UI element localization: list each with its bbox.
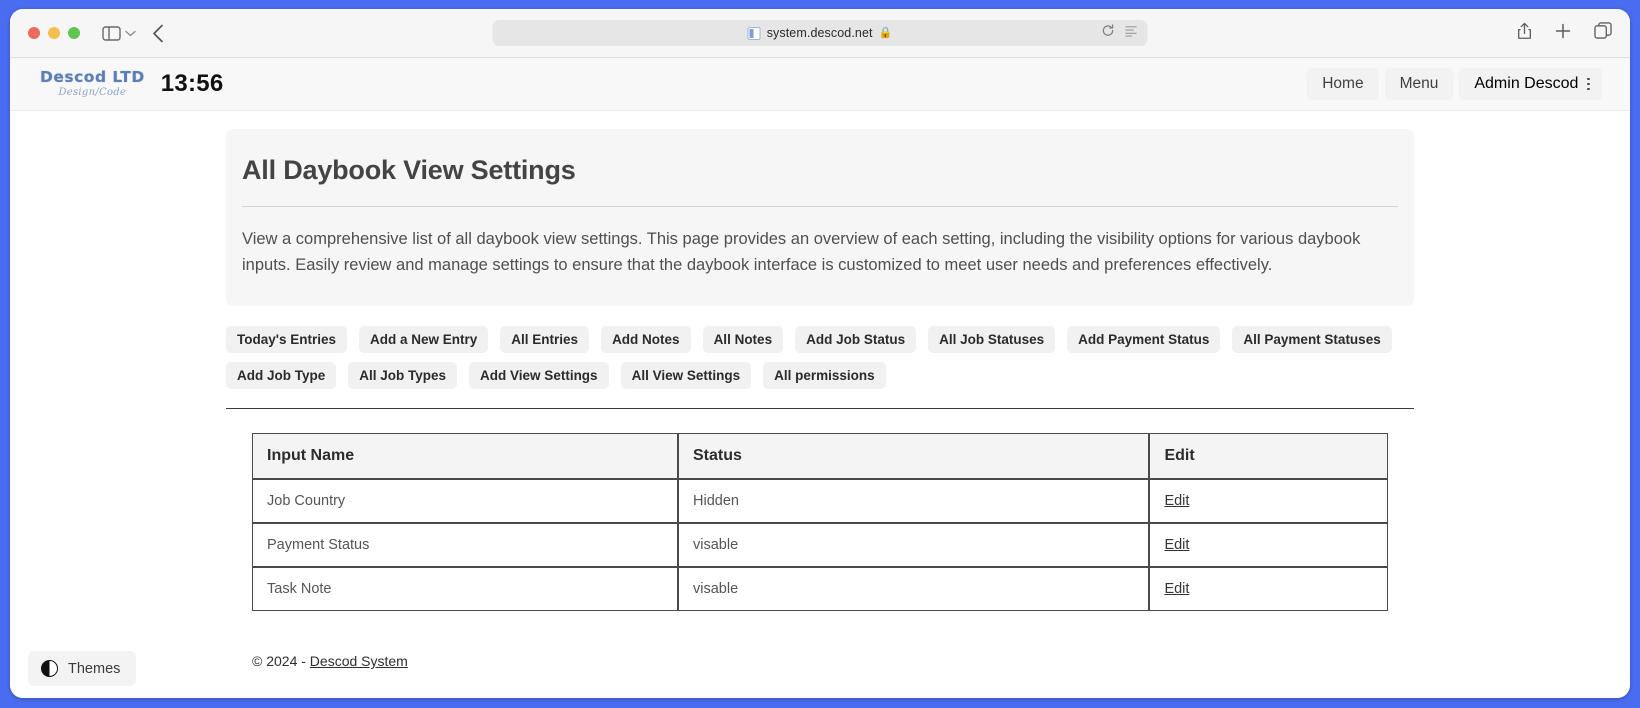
close-window-button[interactable] <box>28 27 40 39</box>
minimize-window-button[interactable] <box>48 27 60 39</box>
tab-overview-icon[interactable] <box>1594 22 1612 44</box>
quick-link-pill[interactable]: All Job Statuses <box>928 326 1056 354</box>
cell-input-name: Task Note <box>252 567 678 612</box>
content-container: All Daybook View Settings View a compreh… <box>10 111 1630 698</box>
toolbar-actions <box>1517 22 1612 45</box>
nav-item-user-admin[interactable]: Admin Descod <box>1459 68 1602 100</box>
page-description: View a comprehensive list of all daybook… <box>242 230 1361 274</box>
sidebar-icon[interactable] <box>102 25 121 41</box>
window-controls <box>28 27 80 39</box>
clock: 13:56 <box>160 70 224 97</box>
main-navigation: Home Menu Admin Descod <box>1307 68 1602 100</box>
logo-title: Descod LTD <box>40 67 145 86</box>
brand[interactable]: Descod LTD Design/Code 13:56 <box>40 67 224 99</box>
jumbotron-divider <box>242 206 1398 207</box>
zoom-window-button[interactable] <box>68 27 80 39</box>
column-header-input-name: Input Name <box>252 433 678 480</box>
share-icon[interactable] <box>1517 22 1532 45</box>
site-footer: © 2024 - Descod System <box>226 653 1414 671</box>
url-text: system.descod.net <box>766 26 873 40</box>
cell-status: visable <box>678 567 1150 612</box>
desktop-background: system.descod.net 🔒 Descod LTD Design/Co… <box>0 0 1640 708</box>
address-bar[interactable]: system.descod.net 🔒 <box>492 20 1148 46</box>
view-settings-table: Input Name Status Edit Job Country Hidden… <box>252 433 1388 612</box>
content-inner: All Daybook View Settings View a compreh… <box>226 129 1414 671</box>
column-header-edit: Edit <box>1149 433 1388 480</box>
site-favicon-icon <box>747 26 761 40</box>
nav-item-menu[interactable]: Menu <box>1384 68 1454 100</box>
chevron-down-icon[interactable] <box>125 30 136 37</box>
nav-item-home[interactable]: Home <box>1307 68 1379 100</box>
table-row: Job Country Hidden Edit <box>252 479 1388 524</box>
jumbotron-card: All Daybook View Settings View a compreh… <box>226 129 1414 307</box>
lock-icon: 🔒 <box>878 26 893 39</box>
cell-status: visable <box>678 523 1150 568</box>
browser-toolbar: system.descod.net 🔒 <box>10 9 1630 58</box>
table-head: Input Name Status Edit <box>252 433 1388 480</box>
quick-links-row: Today's Entries Add a New Entry All Entrie… <box>226 326 1414 390</box>
user-label: Admin Descod <box>1474 75 1579 92</box>
copyright-text: © 2024 - Descod System <box>252 653 408 669</box>
kebab-menu-icon[interactable] <box>1587 76 1590 92</box>
quick-link-pill[interactable]: Today's Entries <box>226 326 347 354</box>
edit-link[interactable]: Edit <box>1164 537 1189 553</box>
contrast-circle-icon <box>41 660 58 677</box>
quick-link-pill[interactable]: Add View Settings <box>469 362 609 390</box>
column-header-status: Status <box>678 433 1150 480</box>
theme-switcher-button[interactable]: Themes <box>28 651 137 686</box>
quick-link-pill[interactable]: All View Settings <box>620 362 752 390</box>
quick-link-pill[interactable]: All Entries <box>500 326 590 354</box>
quick-link-pill[interactable]: All Job Types <box>348 362 458 390</box>
table-body: Job Country Hidden Edit Payment Status visab… <box>252 479 1388 612</box>
cell-status: Hidden <box>678 479 1150 524</box>
plus-icon[interactable] <box>1555 23 1571 44</box>
reader-view-icon[interactable] <box>1125 24 1138 42</box>
theme-switcher-label: Themes <box>68 660 121 677</box>
browser-window: system.descod.net 🔒 Descod LTD Design/Co… <box>10 9 1630 698</box>
page-title: All Daybook View Settings <box>242 155 576 185</box>
quick-link-pill[interactable]: All permissions <box>763 362 886 390</box>
back-arrow-icon[interactable] <box>152 24 164 43</box>
cell-edit: Edit <box>1149 567 1388 612</box>
cell-input-name: Job Country <box>252 479 678 524</box>
quick-link-pill[interactable]: All Notes <box>702 326 784 354</box>
quick-link-pill[interactable]: Add Payment Status <box>1067 326 1221 354</box>
site-header: Descod LTD Design/Code 13:56 Home Menu A… <box>10 58 1630 111</box>
web-page: Descod LTD Design/Code 13:56 Home Menu A… <box>10 58 1630 698</box>
settings-table-card: Input Name Status Edit Job Country Hidden… <box>226 409 1414 638</box>
quick-link-pill[interactable]: Add Job Type <box>226 362 337 390</box>
copyright-prefix: © 2024 - <box>252 653 310 670</box>
quick-link-pill[interactable]: Add Notes <box>601 326 691 354</box>
logo[interactable]: Descod LTD Design/Code <box>40 67 145 99</box>
table-header-row: Input Name Status Edit <box>252 433 1388 480</box>
reload-icon[interactable] <box>1102 24 1115 42</box>
quick-link-pill[interactable]: All Payment Statuses <box>1232 326 1392 354</box>
edit-link[interactable]: Edit <box>1164 581 1189 597</box>
address-bar-actions <box>1102 24 1138 42</box>
quick-link-pill[interactable]: Add Job Status <box>795 326 917 354</box>
footer-company-link[interactable]: Descod System <box>310 653 408 669</box>
cell-input-name: Payment Status <box>252 523 678 568</box>
logo-tagline: Design/Code <box>58 87 127 99</box>
quick-link-pill[interactable]: Add a New Entry <box>359 326 489 354</box>
table-row: Task Note visable Edit <box>252 567 1388 612</box>
table-row: Payment Status visable Edit <box>252 523 1388 568</box>
cell-edit: Edit <box>1149 479 1388 524</box>
cell-edit: Edit <box>1149 523 1388 568</box>
edit-link[interactable]: Edit <box>1164 493 1189 509</box>
